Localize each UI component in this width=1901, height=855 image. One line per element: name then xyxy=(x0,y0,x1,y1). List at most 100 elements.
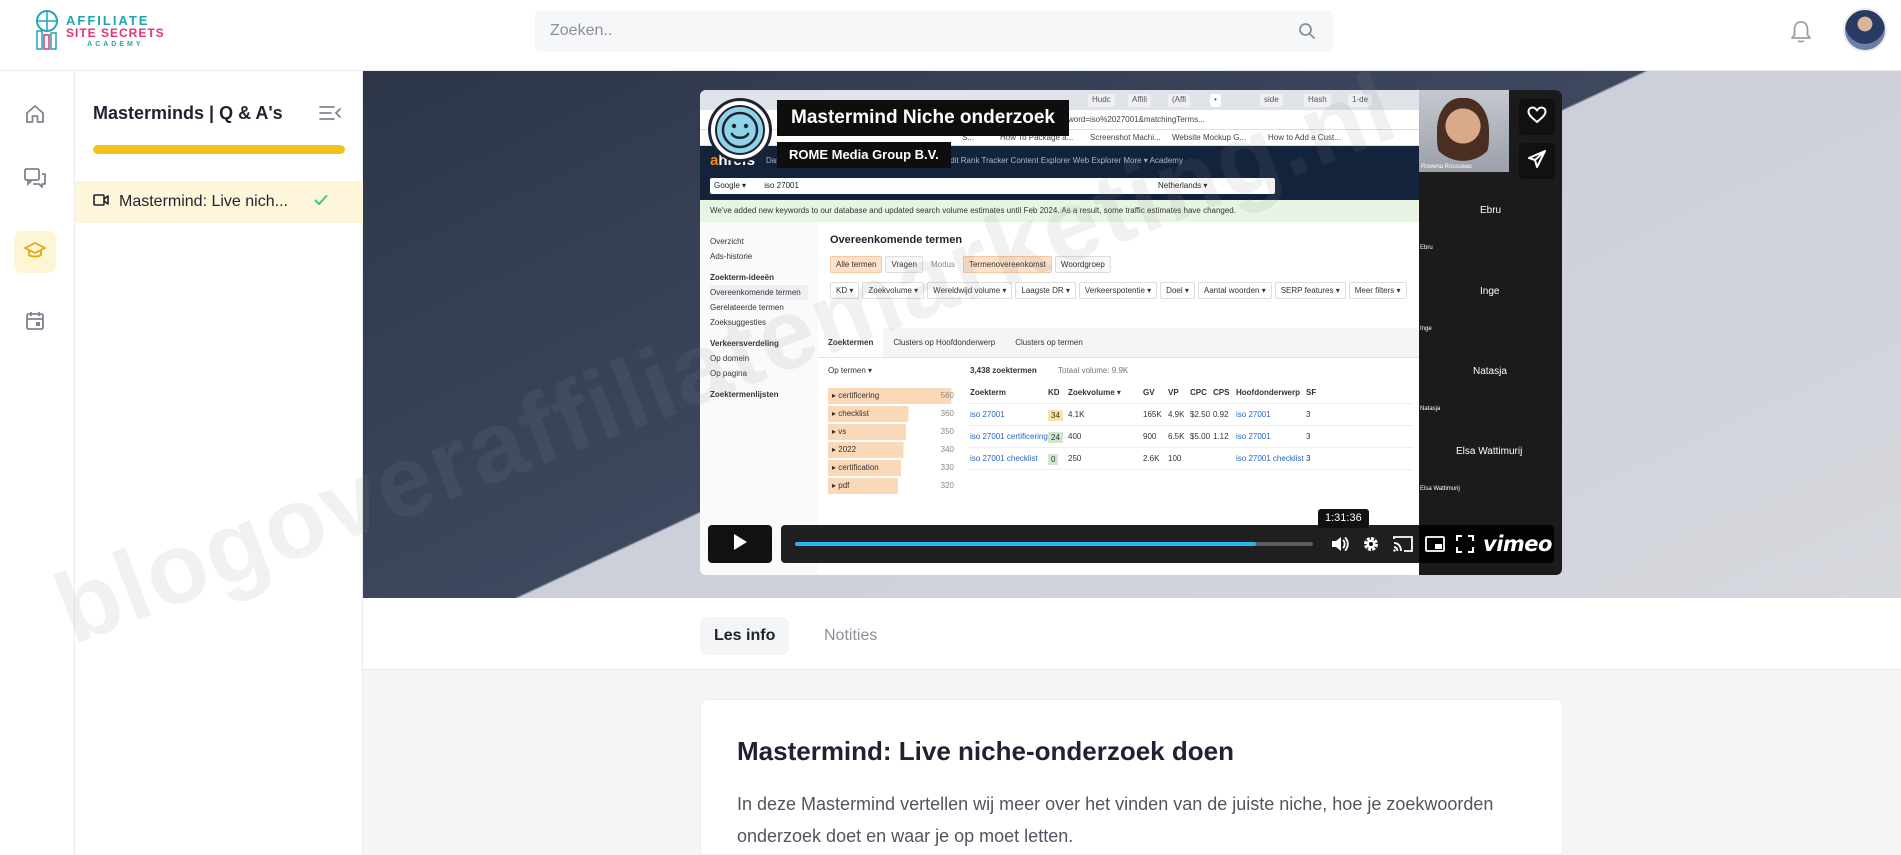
participant-label: Elsa Wattimurij xyxy=(1420,486,1460,492)
heart-icon xyxy=(1527,106,1547,129)
video-progress-track[interactable] xyxy=(795,542,1313,546)
search-icon[interactable] xyxy=(1298,22,1316,45)
volume-icon[interactable] xyxy=(1330,534,1350,559)
brand-line-1: AFFILIATE xyxy=(66,12,150,28)
video-title-overlay: Mastermind Niche onderzoek xyxy=(777,100,1069,136)
video-frame-chip: Vragen xyxy=(885,256,923,273)
video-frame-table-row: iso 27001 34 4.1K 165K 4.9K $2.50 0.92 iso 2700… xyxy=(968,404,1413,426)
video-camera-icon xyxy=(93,193,109,212)
video-frame-filter: Aantal woorden ▾ xyxy=(1197,282,1272,299)
video-frame-table-row: iso 27001 certificering 24 400 900 6.5K $5.00… xyxy=(968,426,1413,448)
video-frame-url: word=iso%2027001&matchingTerms... xyxy=(1068,115,1205,124)
chat-icon xyxy=(23,167,47,194)
participant-label: Natasja xyxy=(1420,406,1441,412)
smiley-face-icon xyxy=(715,105,765,155)
tab-notes[interactable]: Notities xyxy=(810,617,891,655)
video-frame-filter: SERP features ▾ xyxy=(1274,282,1346,299)
video-frame-category: ▸ vs 350 xyxy=(828,424,958,440)
video-frame-bookmark: Website Mockup G... xyxy=(1172,133,1247,142)
search-input[interactable] xyxy=(535,10,1334,52)
video-frame-filter: Doel ▾ xyxy=(1160,282,1195,299)
fullscreen-icon[interactable] xyxy=(1455,534,1475,559)
collapse-sidebar-icon[interactable] xyxy=(318,104,342,127)
video-frame-webcam-person xyxy=(1437,98,1489,168)
video-frame-subtab: Zoektermen xyxy=(818,328,884,357)
participant-name: Elsa Wattimurij xyxy=(1456,446,1523,457)
video-frame-count: 3,438 zoektermen xyxy=(970,366,1037,375)
tab-lesson-info[interactable]: Les info xyxy=(700,617,790,655)
play-icon xyxy=(731,532,749,557)
video-frame-menu-heading: Zoekterm-ideeën xyxy=(710,273,775,282)
video-frame-chip: Alle termen xyxy=(830,256,883,273)
video-frame-chip: Termenovereenkomst xyxy=(962,256,1052,273)
video-frame-category: ▸ pdf 320 xyxy=(828,478,958,494)
share-button[interactable] xyxy=(1519,143,1555,179)
video-frame-tab: side xyxy=(1260,94,1283,107)
video-frame-chip: Modus xyxy=(930,260,955,269)
home-icon xyxy=(24,103,46,130)
video-frame-filter: Wereldwijd volume ▾ xyxy=(927,282,1013,299)
video-progress-played xyxy=(795,542,1257,546)
brand-line-3: ACADEMY xyxy=(87,40,144,48)
video-frame-category: ▸ certificering 560 xyxy=(828,388,958,404)
notification-bell-icon[interactable] xyxy=(1790,20,1812,49)
video-frame-table: Zoekterm KD Zoekvolume ▾ GV VP CPC CPS Hoofdond… xyxy=(968,382,1413,470)
video-frame-menu-item: Zoeksuggesties xyxy=(710,318,767,327)
video-frame-subtab: Clusters op Hoofdonderwerp xyxy=(893,338,996,347)
video-subtitle-overlay: ROME Media Group B.V. xyxy=(777,142,951,168)
nav-home-button[interactable] xyxy=(14,95,56,137)
video-frame-menu-item: Ads-historie xyxy=(710,252,753,261)
course-title: Masterminds | Q & A's xyxy=(93,103,283,123)
video-frame-webcam-name: Rowena Rousseau xyxy=(1421,164,1472,170)
vimeo-logo[interactable]: vimeo xyxy=(1483,532,1552,556)
control-bar: 1:31:36 vimeo xyxy=(781,509,1554,563)
brand-wordmark: AFFILIATE SITE SECRETS ACADEMY xyxy=(66,12,165,51)
video-frame-menu-item: Overzicht xyxy=(710,237,744,246)
brand-logo[interactable]: AFFILIATE SITE SECRETS ACADEMY xyxy=(32,9,165,56)
user-avatar[interactable] xyxy=(1843,8,1887,52)
lesson-description: In deze Mastermind vertellen wij meer ov… xyxy=(737,794,1494,846)
time-tooltip: 1:31:36 xyxy=(1318,509,1369,528)
video-frame-tab: • xyxy=(1210,94,1221,107)
video-frame-tab: Hash xyxy=(1304,94,1331,107)
calendar-icon xyxy=(24,310,46,337)
video-frame-filter: Laagste DR ▾ xyxy=(1015,282,1076,299)
video-frame-menu-item: Overeenkomende termen xyxy=(710,285,808,300)
video-frame-subtab: Clusters op termen xyxy=(1015,338,1083,347)
play-button[interactable] xyxy=(708,525,772,563)
video-frame-tab: 1-de xyxy=(1348,94,1373,107)
video-frame-menu-item: Op pagina xyxy=(710,369,747,378)
video-frame-menu-item: Op domein xyxy=(710,354,750,363)
participant-label: Ebru xyxy=(1420,245,1433,251)
nav-community-button[interactable] xyxy=(14,159,56,201)
course-progress-fill xyxy=(93,145,345,154)
video-frame-filter: Verkeerspotentie ▾ xyxy=(1078,282,1158,299)
cast-icon[interactable] xyxy=(1392,534,1414,559)
video-frame-tab: Hudc xyxy=(1088,94,1115,107)
video-frame-categories: ▸ certificering 560 ▸ checklist 360 ▸ vs 350 ▸… xyxy=(828,386,958,494)
graduation-cap-icon xyxy=(23,240,47,265)
video-frame-bookmark: How to Add a Cust... xyxy=(1268,133,1341,142)
main-nav-rail xyxy=(0,71,75,855)
lesson-item[interactable]: Mastermind: Live nich... xyxy=(75,181,363,223)
video-frame-category: ▸ checklist 360 xyxy=(828,406,958,422)
video-frame-tab: Affili xyxy=(1128,94,1151,107)
settings-gear-icon[interactable] xyxy=(1361,534,1381,559)
course-sidebar: Masterminds | Q & A's Mastermind: Live n… xyxy=(75,71,363,855)
nav-calendar-button[interactable] xyxy=(14,302,56,344)
nav-courses-button[interactable] xyxy=(14,231,56,273)
participant-label: Inge xyxy=(1420,326,1432,332)
video-frame-total: Totaal volume: 9.9K xyxy=(1058,366,1129,375)
lesson-info-card: Mastermind: Live niche-onderzoek doen In… xyxy=(700,699,1563,855)
video-player[interactable]: Hudc Affili (Affi • side Hash 1-de word=… xyxy=(700,90,1562,575)
lesson-item-label: Mastermind: Live nich... xyxy=(119,193,288,210)
like-button[interactable] xyxy=(1519,99,1555,135)
video-frame-sort: Op termen ▾ xyxy=(828,366,873,375)
video-frame-table-header: Zoekterm KD Zoekvolume ▾ GV VP CPC CPS Hoofdond… xyxy=(968,382,1413,404)
video-frame-tab: (Affi xyxy=(1168,94,1191,107)
academy-logo-icon xyxy=(32,9,62,56)
lesson-title: Mastermind: Live niche-onderzoek doen xyxy=(737,736,1234,766)
video-frame-query: Google ▾ iso 27001 Netherlands ▾ xyxy=(710,178,1275,194)
picture-in-picture-icon[interactable] xyxy=(1424,534,1446,559)
video-frame-webcam: Rowena Rousseau xyxy=(1419,90,1509,172)
